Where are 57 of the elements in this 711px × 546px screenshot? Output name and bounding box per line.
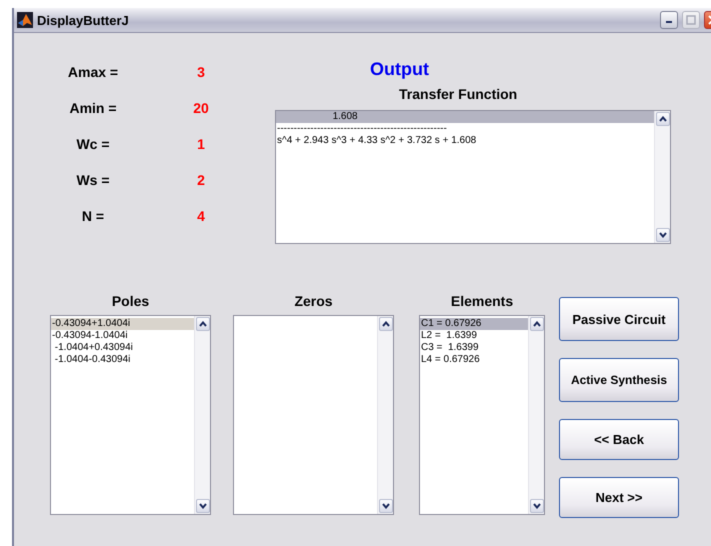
scroll-down-button[interactable] [656, 228, 670, 242]
chevron-up-icon [199, 321, 207, 327]
minimize-button[interactable] [660, 11, 678, 29]
chevron-down-icon [199, 503, 207, 509]
scrollbar[interactable] [654, 111, 670, 243]
scroll-up-button[interactable] [656, 112, 670, 126]
parameter-value: 4 [196, 208, 206, 224]
list-heading: Zeros [294, 292, 333, 311]
parameter-label: Amax = [66, 64, 120, 80]
list-item[interactable]: -1.0404+0.43094i [51, 342, 194, 354]
scrollbar[interactable] [194, 316, 210, 514]
chevron-up-icon [382, 321, 390, 327]
list-item[interactable]: C1 = 0.67926 [420, 318, 528, 330]
scroll-down-button[interactable] [196, 499, 210, 513]
parameter-value: 1 [196, 136, 206, 152]
list-heading: Poles [112, 292, 150, 311]
list-item[interactable]: 1.608 [276, 111, 654, 123]
list-item[interactable]: C3 = 1.6399 [420, 342, 528, 354]
list-heading: Elements [450, 292, 514, 311]
parameter-label: Ws = [75, 172, 111, 188]
list-item[interactable]: -0.43094+1.0404i [51, 318, 194, 330]
scroll-down-button[interactable] [379, 499, 393, 513]
window-title: DisplayButterJ [37, 12, 130, 28]
chevron-down-icon [533, 503, 541, 509]
parameter-label: Amin = [68, 100, 118, 116]
transfer-function-box[interactable]: 1.608 --------------------------------------------------- s^4 + 2.943 s^3 + 4.33 s^2 + 3.732 s + 1.608 [275, 110, 671, 244]
parameter-value: 20 [192, 100, 210, 116]
scroll-up-button[interactable] [379, 317, 393, 331]
scrollbar[interactable] [377, 316, 393, 514]
parameter-label: N = [80, 208, 106, 224]
list-item[interactable]: --------------------------------------------------- [276, 123, 654, 135]
chevron-down-icon [659, 232, 667, 238]
action-button[interactable]: Passive Circuit [559, 297, 679, 341]
list-box[interactable]: C1 = 0.67926 L2 = 1.6399 C3 = 1.6399 L4 = 0.67926 [419, 315, 545, 515]
app-logo-icon [17, 12, 33, 28]
scroll-down-button[interactable] [530, 499, 544, 513]
scroll-up-button[interactable] [196, 317, 210, 331]
parameter-value: 2 [196, 172, 206, 188]
parameter-value: 3 [196, 64, 206, 80]
list-item[interactable]: L4 = 0.67926 [420, 354, 528, 366]
chevron-down-icon [382, 503, 390, 509]
action-button[interactable]: Next >> [559, 477, 679, 518]
list-item[interactable]: -1.0404-0.43094i [51, 354, 194, 366]
scrollbar[interactable] [528, 316, 544, 514]
scroll-up-button[interactable] [530, 317, 544, 331]
transfer-function-label: Transfer Function [399, 86, 518, 102]
action-button[interactable]: Active Synthesis [559, 358, 679, 402]
list-item[interactable]: -0.43094-1.0404i [51, 330, 194, 342]
maximize-icon [686, 15, 696, 25]
list-box[interactable]: -0.43094+1.0404i -0.43094-1.0404i -1.0404+0.43094i -1.0404-0.43094i [50, 315, 211, 515]
list-item[interactable]: s^4 + 2.943 s^3 + 4.33 s^2 + 3.732 s + 1.608 [276, 135, 654, 147]
action-button[interactable]: << Back [559, 419, 679, 460]
chevron-up-icon [533, 321, 541, 327]
parameter-label: Wc = [75, 136, 111, 152]
chevron-up-icon [659, 116, 667, 122]
output-heading: Output [370, 59, 430, 80]
list-item[interactable]: L2 = 1.6399 [420, 330, 528, 342]
